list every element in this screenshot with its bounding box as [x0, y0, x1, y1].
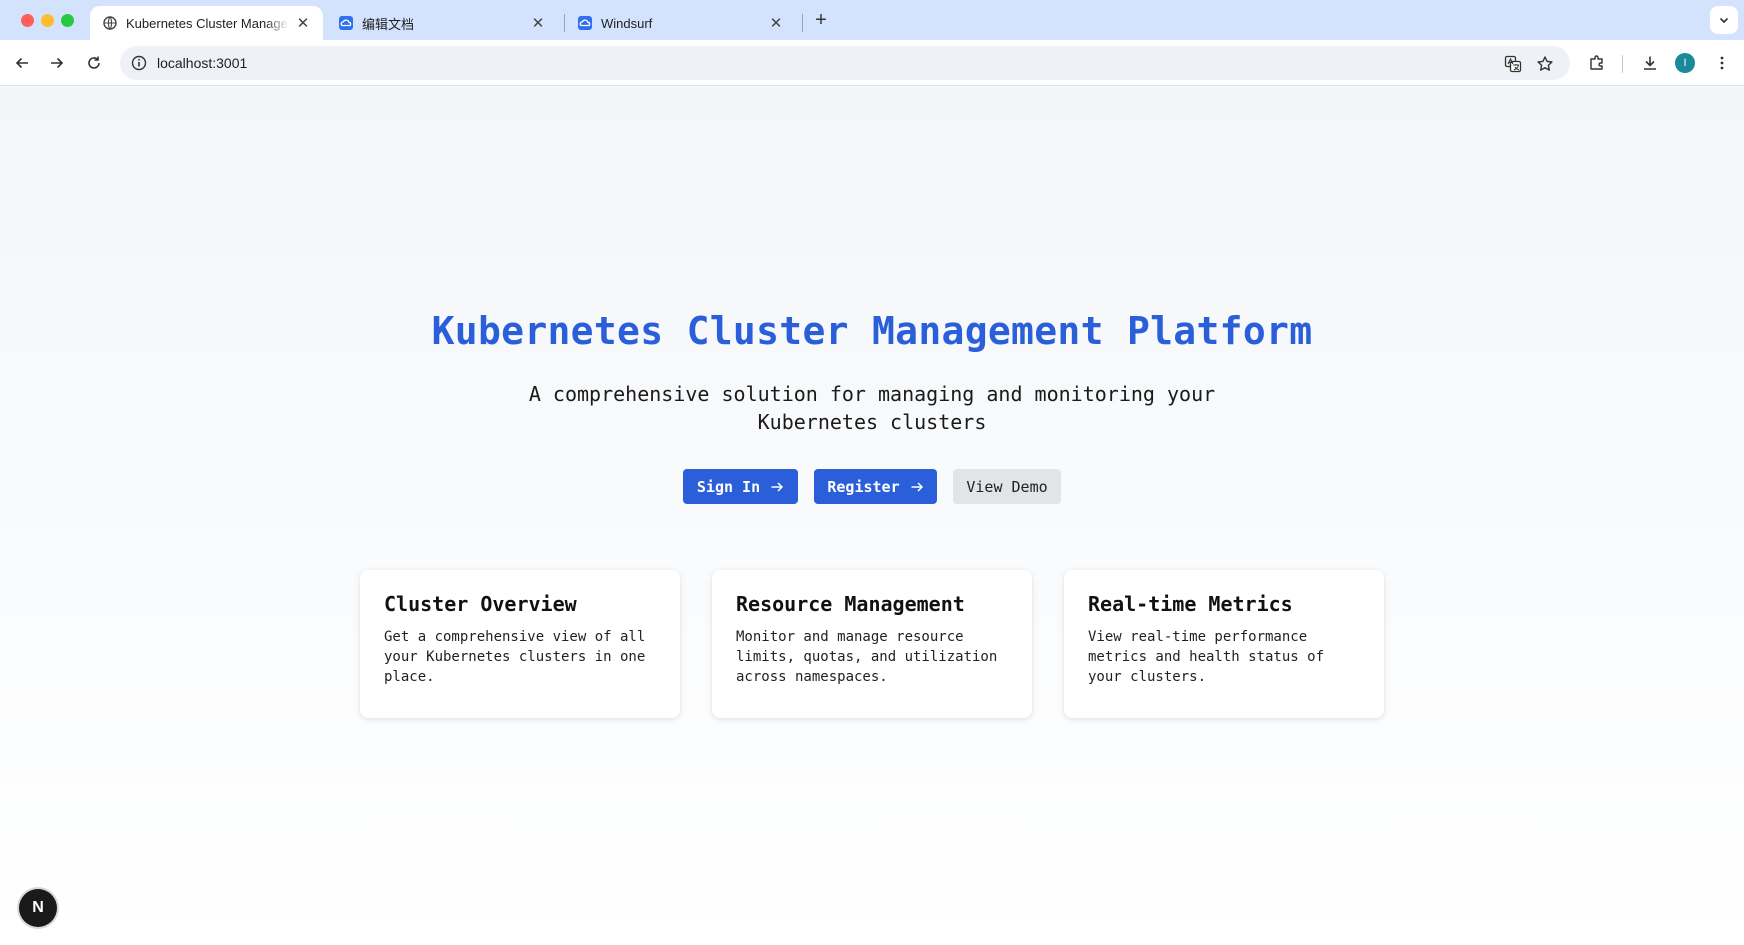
close-window-button[interactable] [21, 14, 34, 27]
feature-card-resource-management: Resource Management Monitor and manage r… [712, 570, 1032, 718]
feature-card-cluster-overview: Cluster Overview Get a comprehensive vie… [360, 570, 680, 718]
forward-button[interactable] [45, 51, 69, 75]
new-tab-button[interactable]: + [810, 9, 832, 31]
tab-title: Windsurf [601, 15, 653, 31]
tab-close-icon[interactable]: ✕ [295, 15, 311, 32]
menu-icon [1720, 56, 1724, 70]
register-label: Register [827, 477, 900, 496]
back-button[interactable] [10, 51, 34, 75]
info-icon[interactable] [130, 54, 148, 72]
tab-windsurf[interactable]: Windsurf ✕ [565, 6, 796, 40]
reload-button[interactable] [82, 51, 106, 75]
register-button[interactable]: Register [814, 469, 937, 504]
chevron-down-icon [1719, 17, 1729, 24]
extensions-icon [1590, 55, 1603, 70]
sign-in-button[interactable]: Sign In [683, 469, 798, 504]
translate-icon[interactable] [1503, 54, 1523, 74]
back-icon [15, 57, 28, 69]
profile-avatar[interactable]: I [1675, 53, 1695, 73]
view-demo-button[interactable]: View Demo [953, 469, 1061, 504]
feature-card-description: Get a comprehensive view of all your Kub… [384, 629, 646, 685]
arrow-right-icon [770, 480, 784, 494]
tab-title: Kubernetes Cluster Management Platform [126, 15, 289, 31]
globe-icon [102, 15, 118, 31]
tab-edit-document[interactable]: 编辑文档 ✕ [326, 6, 558, 40]
maximize-window-button[interactable] [61, 14, 74, 27]
address-url[interactable]: localhost:3001 [157, 55, 247, 71]
address-bar[interactable]: localhost:3001 [120, 46, 1570, 80]
browser-menu-button[interactable] [1710, 51, 1734, 75]
star-icon[interactable] [1535, 54, 1555, 74]
tab-close-icon[interactable]: ✕ [768, 15, 784, 32]
feature-card-title: Resource Management [736, 592, 965, 616]
tab-kubernetes[interactable]: Kubernetes Cluster Management Platform ✕ [90, 6, 323, 40]
browser-toolbar: localhost:3001 I [0, 40, 1744, 86]
page-title: Kubernetes Cluster Management Platform [431, 309, 1313, 353]
forward-icon [51, 57, 64, 69]
view-demo-label: View Demo [966, 477, 1048, 496]
sign-in-label: Sign In [696, 477, 761, 496]
extensions-button[interactable] [1585, 51, 1609, 75]
downloads-button[interactable] [1638, 51, 1662, 75]
feature-card-description: View real-time performance metrics and h… [1088, 629, 1325, 685]
minimize-window-button[interactable] [41, 14, 54, 27]
toolbar-divider [1622, 55, 1623, 73]
tab-separator [802, 14, 803, 32]
download-icon [1644, 56, 1656, 70]
tab-close-icon[interactable]: ✕ [530, 15, 546, 32]
feature-card-real-time-metrics: Real-time Metrics View real-time perform… [1064, 570, 1384, 718]
feature-card-title: Cluster Overview [384, 592, 577, 616]
nextjs-dev-badge[interactable]: N [19, 889, 57, 927]
tab-title: 编辑文档 [362, 16, 415, 32]
page-content: Kubernetes Cluster Management Platform A… [0, 87, 1744, 945]
feature-card-title: Real-time Metrics [1088, 592, 1293, 616]
baidu-cloud-icon [577, 15, 593, 31]
arrow-right-icon [910, 480, 924, 494]
reload-icon [88, 56, 100, 69]
page-subtitle: A comprehensive solution for managing an… [528, 382, 1216, 434]
feature-card-description: Monitor and manage resource limits, quot… [736, 629, 998, 685]
baidu-cloud-icon [338, 15, 354, 31]
tab-search-button[interactable] [1710, 6, 1738, 34]
tab-strip: Kubernetes Cluster Management Platform ✕… [0, 0, 1744, 40]
